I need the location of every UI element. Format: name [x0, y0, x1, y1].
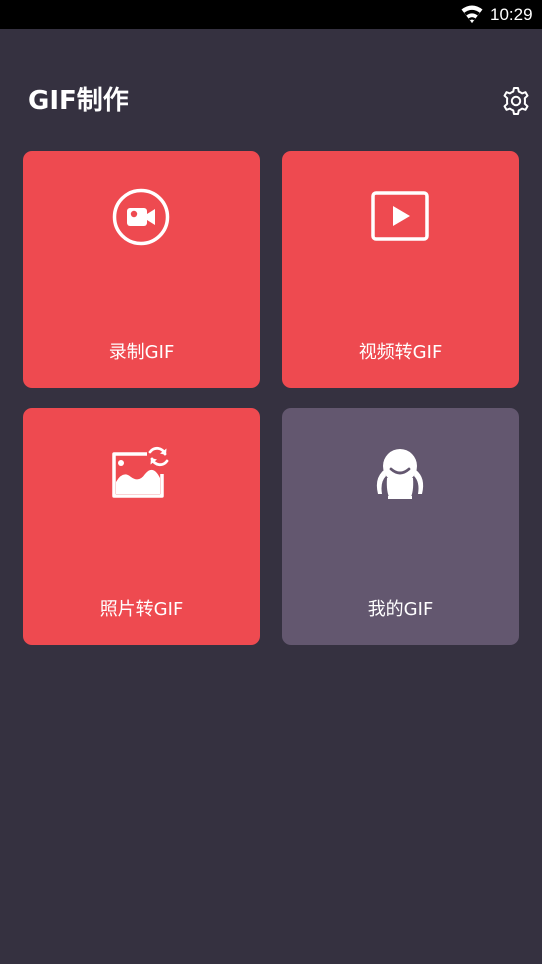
record-gif-tile[interactable]: 录制GIF [23, 151, 260, 388]
my-gif-tile[interactable]: 我的GIF [282, 408, 519, 645]
status-time: 10:29 [490, 5, 533, 24]
photo-to-gif-tile[interactable]: 照片转GIF [23, 408, 260, 645]
wifi-icon [461, 5, 483, 23]
image-refresh-icon [112, 447, 169, 498]
video-to-gif-tile[interactable]: 视频转GIF [282, 151, 519, 388]
gear-icon [503, 87, 529, 115]
video-camera-icon [112, 188, 170, 246]
page-title: GIF制作 [28, 86, 129, 116]
play-icon [371, 191, 429, 241]
tile-label-photo: 照片转GIF [99, 599, 184, 620]
settings-button[interactable] [500, 85, 532, 117]
status-bar: 10:29 [0, 0, 542, 29]
tile-label-mine: 我的GIF [367, 599, 434, 620]
tile-label-video: 视频转GIF [358, 342, 443, 363]
tile-label-record: 录制GIF [108, 342, 175, 363]
mascot-icon [376, 449, 424, 499]
